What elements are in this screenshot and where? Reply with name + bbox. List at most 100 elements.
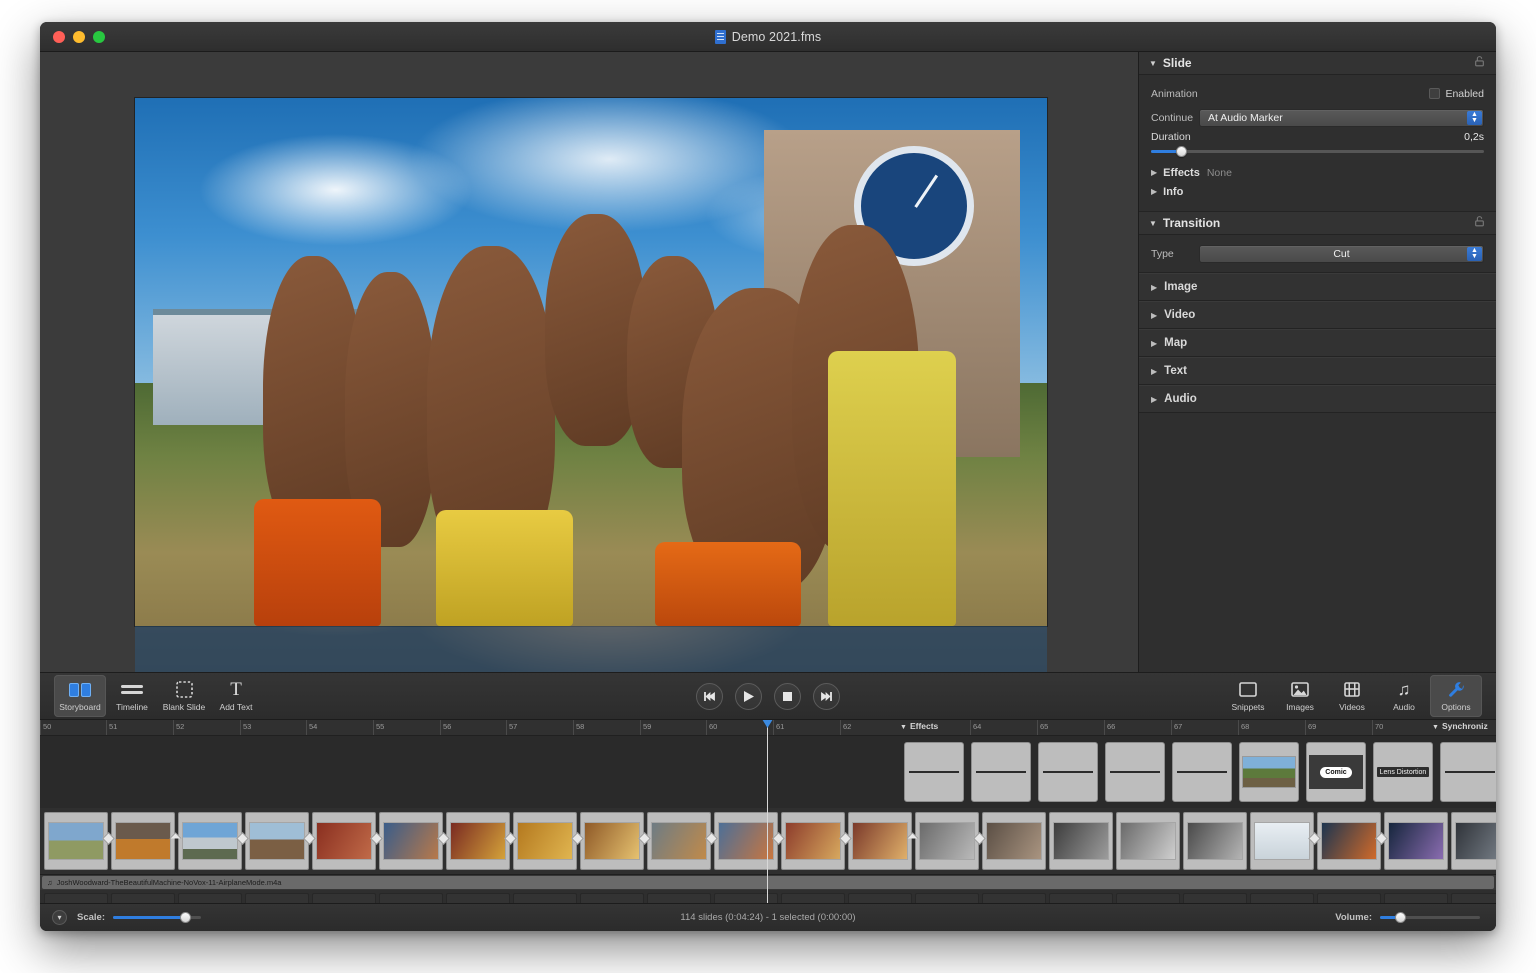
audio-clip[interactable]: ♪ bbox=[379, 893, 443, 903]
disclosure-triangle-icon[interactable]: ▼ bbox=[1432, 724, 1439, 731]
animation-enabled-checkbox[interactable] bbox=[1429, 88, 1440, 99]
effects-track-header[interactable]: ▼Effects bbox=[900, 721, 938, 731]
audio-track-header[interactable]: ♫ JoshWoodward-TheBeautifulMachine-NoVox… bbox=[40, 874, 1496, 890]
inspector-section-map[interactable]: ▶ Map bbox=[1139, 329, 1496, 357]
audio-clip[interactable]: ♪ bbox=[848, 893, 912, 903]
slide-thumbnail[interactable] bbox=[312, 812, 376, 870]
info-disclosure-row[interactable]: ▶ Info bbox=[1151, 182, 1484, 201]
disclosure-triangle-icon[interactable]: ▶ bbox=[1151, 367, 1157, 376]
audio-clip[interactable]: ♪ bbox=[245, 893, 309, 903]
transition-type-select[interactable]: Cut ▲▼ bbox=[1199, 245, 1484, 263]
close-window-button[interactable] bbox=[53, 31, 65, 43]
audio-clip[interactable]: ♪ bbox=[1384, 893, 1448, 903]
audio-clip[interactable]: ♪ bbox=[1317, 893, 1381, 903]
audio-clip[interactable]: ♪ bbox=[915, 893, 979, 903]
disclosure-triangle-icon[interactable]: ▼ bbox=[1149, 59, 1157, 68]
slide-thumbnail[interactable] bbox=[178, 812, 242, 870]
audio-clip[interactable]: ♪ bbox=[1116, 893, 1180, 903]
slide-thumbnail[interactable] bbox=[1116, 812, 1180, 870]
current-slide-image[interactable] bbox=[135, 98, 1047, 626]
volume-slider-knob[interactable] bbox=[1395, 912, 1406, 923]
audio-clip[interactable]: ♪ bbox=[312, 893, 376, 903]
chevron-updown-icon[interactable]: ▲▼ bbox=[1467, 111, 1482, 125]
lock-open-icon[interactable] bbox=[1473, 55, 1486, 71]
effects-track[interactable]: Comic Lens Distortion bbox=[40, 736, 1496, 808]
inspector-section-video[interactable]: ▶ Video bbox=[1139, 301, 1496, 329]
audio-clip[interactable]: ♪ bbox=[44, 893, 108, 903]
effect-slot[interactable] bbox=[1440, 742, 1496, 802]
disclosure-triangle-icon[interactable]: ▼ bbox=[900, 724, 907, 731]
animation-enabled-group[interactable]: Enabled bbox=[1429, 88, 1484, 100]
slide-thumbnail[interactable] bbox=[781, 812, 845, 870]
audio-clip[interactable]: ♪ bbox=[580, 893, 644, 903]
slide-thumbnail[interactable] bbox=[580, 812, 644, 870]
audio-clip[interactable]: ♪ bbox=[1451, 893, 1496, 903]
continue-select[interactable]: At Audio Marker ▲▼ bbox=[1199, 109, 1484, 127]
rewind-button[interactable] bbox=[696, 683, 723, 710]
disclosure-triangle-icon[interactable]: ▶ bbox=[1151, 283, 1157, 292]
slide-thumbnail[interactable] bbox=[714, 812, 778, 870]
minimize-window-button[interactable] bbox=[73, 31, 85, 43]
inspector-section-audio[interactable]: ▶ Audio bbox=[1139, 385, 1496, 413]
disclosure-triangle-icon[interactable]: ▶ bbox=[1151, 395, 1157, 404]
disclosure-triangle-icon[interactable]: ▼ bbox=[1149, 219, 1157, 228]
slide-thumbnail[interactable] bbox=[848, 812, 912, 870]
duration-slider[interactable] bbox=[1151, 150, 1484, 153]
slide-thumbnail[interactable] bbox=[1317, 812, 1381, 870]
forward-button[interactable] bbox=[813, 683, 840, 710]
synchronize-track-header[interactable]: ▼Synchroniz bbox=[1432, 721, 1488, 731]
audio-track[interactable]: ♪ ♪ ♪ ♪ ♪ ♪ ♪ ♪ ♪ ♪ ♪ ♪ ♪ ♪ ♪ ♪ ♪ ♪ ♪ ♪ bbox=[40, 890, 1496, 903]
duration-slider-knob[interactable] bbox=[1176, 146, 1187, 157]
audio-clip[interactable]: ♪ bbox=[982, 893, 1046, 903]
audio-file-bar[interactable]: ♫ JoshWoodward-TheBeautifulMachine-NoVox… bbox=[42, 876, 1494, 889]
stop-button[interactable] bbox=[774, 683, 801, 710]
slide-thumbnail[interactable] bbox=[982, 812, 1046, 870]
slide-thumbnail[interactable] bbox=[1451, 812, 1496, 870]
effect-slot[interactable] bbox=[971, 742, 1031, 802]
play-button[interactable] bbox=[735, 683, 762, 710]
audio-clip[interactable]: ♪ bbox=[1049, 893, 1113, 903]
slide-thumbnail[interactable] bbox=[513, 812, 577, 870]
audio-clip[interactable]: ♪ bbox=[781, 893, 845, 903]
effect-slot[interactable] bbox=[1172, 742, 1232, 802]
slide-thumbnail[interactable] bbox=[1384, 812, 1448, 870]
audio-clip[interactable]: ♪ bbox=[1183, 893, 1247, 903]
lock-open-icon[interactable] bbox=[1473, 215, 1486, 231]
disclosure-triangle-icon[interactable]: ▶ bbox=[1151, 311, 1157, 320]
slide-section-header[interactable]: ▼ Slide bbox=[1139, 52, 1496, 75]
slide-thumbnail[interactable] bbox=[1250, 812, 1314, 870]
disclosure-triangle-icon[interactable]: ▶ bbox=[1151, 339, 1157, 348]
effect-slot[interactable] bbox=[1038, 742, 1098, 802]
slide-thumbnail[interactable] bbox=[1183, 812, 1247, 870]
maximize-window-button[interactable] bbox=[93, 31, 105, 43]
slides-track[interactable] bbox=[40, 808, 1496, 874]
playhead[interactable] bbox=[767, 720, 768, 903]
slide-thumbnail[interactable] bbox=[446, 812, 510, 870]
audio-clip[interactable]: ♪ bbox=[178, 893, 242, 903]
audio-clip[interactable]: ♪ bbox=[647, 893, 711, 903]
slide-thumbnail[interactable] bbox=[1049, 812, 1113, 870]
effects-disclosure-row[interactable]: ▶ Effects None bbox=[1151, 163, 1484, 182]
disclosure-triangle-icon[interactable]: ▶ bbox=[1151, 168, 1157, 177]
effect-slot[interactable] bbox=[904, 742, 964, 802]
effect-slot[interactable] bbox=[1105, 742, 1165, 802]
audio-clip[interactable]: ♪ bbox=[714, 893, 778, 903]
effect-slot[interactable]: Comic bbox=[1306, 742, 1366, 802]
slide-thumbnail[interactable] bbox=[647, 812, 711, 870]
slide-thumbnail[interactable] bbox=[44, 812, 108, 870]
audio-clip[interactable]: ♪ bbox=[446, 893, 510, 903]
inspector-section-image[interactable]: ▶ Image bbox=[1139, 273, 1496, 301]
timeline-area[interactable]: 50 51 52 53 54 55 56 57 58 59 bbox=[40, 720, 1496, 903]
inspector-section-text[interactable]: ▶ Text bbox=[1139, 357, 1496, 385]
transition-section-header[interactable]: ▼ Transition bbox=[1139, 212, 1496, 235]
chevron-updown-icon[interactable]: ▲▼ bbox=[1467, 247, 1482, 261]
slide-thumbnail[interactable] bbox=[915, 812, 979, 870]
disclosure-triangle-icon[interactable]: ▶ bbox=[1151, 187, 1157, 196]
effect-slot[interactable]: Lens Distortion bbox=[1373, 742, 1433, 802]
audio-clip[interactable]: ♪ bbox=[111, 893, 175, 903]
audio-clip[interactable]: ♪ bbox=[1250, 893, 1314, 903]
slide-thumbnail[interactable] bbox=[379, 812, 443, 870]
audio-clip[interactable]: ♪ bbox=[513, 893, 577, 903]
slide-thumbnail[interactable] bbox=[245, 812, 309, 870]
volume-slider[interactable] bbox=[1380, 916, 1480, 919]
